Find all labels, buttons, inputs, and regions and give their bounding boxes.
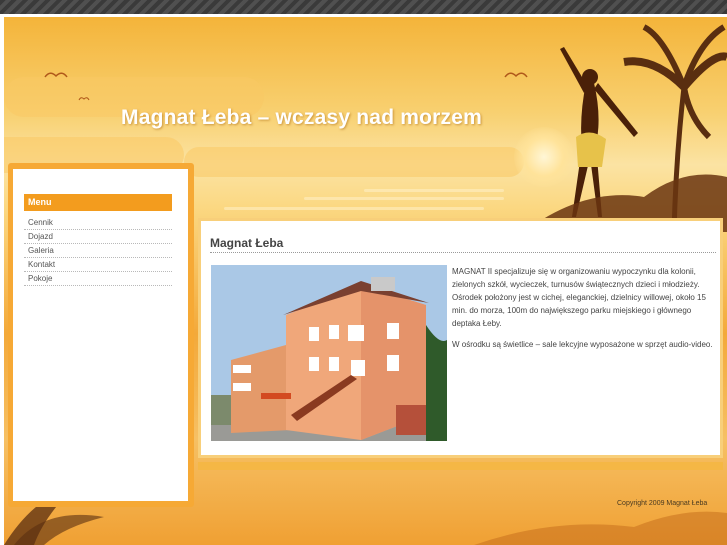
hotel-building-image [211,265,447,441]
menu-list: Cennik Dojazd Galeria Kontakt Pokoje [24,216,172,286]
menu-item-dojazd[interactable]: Dojazd [24,230,172,244]
copyright-text: Copyright 2009 Magnat Łeba [617,500,708,507]
sidebar-panel: Menu Cennik Dojazd Galeria Kontakt Pokoj… [13,169,188,501]
sea-streak [304,197,504,200]
content-bottom-band [198,462,723,470]
menu-item-pokoje[interactable]: Pokoje [24,272,172,286]
hotel-photo [211,265,447,441]
sea-streak [224,207,484,210]
menu-item-galeria[interactable]: Galeria [24,244,172,258]
sidebar: Menu Cennik Dojazd Galeria Kontakt Pokoj… [8,163,194,507]
description-paragraph: MAGNAT II specjalizuje się w organizowan… [452,267,706,328]
content-frame: Magnat Łeba MAGNAT II specjalizuje się w… [198,218,723,458]
menu-title: Menu [24,194,172,211]
cloud-shape [184,147,524,177]
page-heading: Magnat Łeba [210,236,716,253]
palm-woman-illustration [524,24,727,232]
menu-item-cennik[interactable]: Cennik [24,216,172,230]
main-content: Magnat Łeba MAGNAT II specjalizuje się w… [201,221,720,455]
sea-streak [364,189,504,192]
bird-icon [44,72,68,78]
bird-icon [78,97,90,101]
description-paragraph: W ośrodku są świetlice – sale lekcyjne w… [452,340,713,349]
site-title: Magnat Łeba – wczasy nad morzem [121,106,482,129]
description-text: MAGNAT II specjalizuje się w organizowan… [452,265,718,359]
beach-silhouette [474,511,727,545]
top-bar [0,0,727,14]
menu-item-kontakt[interactable]: Kontakt [24,258,172,272]
